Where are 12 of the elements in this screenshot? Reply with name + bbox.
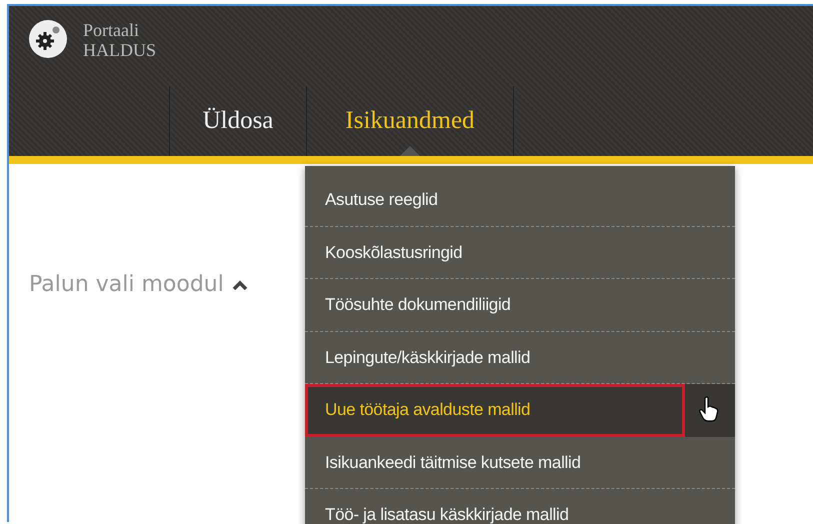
module-prompt: Palun vali moodul <box>29 271 224 299</box>
menu-item[interactable]: Kooskõlastusringid <box>305 226 735 279</box>
caret-up-icon <box>232 280 248 290</box>
menu-item[interactable]: Isikuankeedi täitmise kutsete mallid <box>305 436 735 489</box>
menu-item[interactable]: Asutuse reeglid <box>305 174 735 226</box>
hand-cursor-icon <box>699 396 719 422</box>
menu-item[interactable]: Töösuhte dokumendiliigid <box>305 279 735 332</box>
menu-item[interactable]: Uue töötaja avalduste mallid <box>305 384 685 436</box>
menu-item[interactable]: Töö- ja lisatasu käskkirjade mallid <box>305 489 735 524</box>
brand-title: Portaali <box>83 20 140 40</box>
gear-logo-icon <box>29 20 67 58</box>
brand-subtitle: HALDUS <box>83 40 156 60</box>
